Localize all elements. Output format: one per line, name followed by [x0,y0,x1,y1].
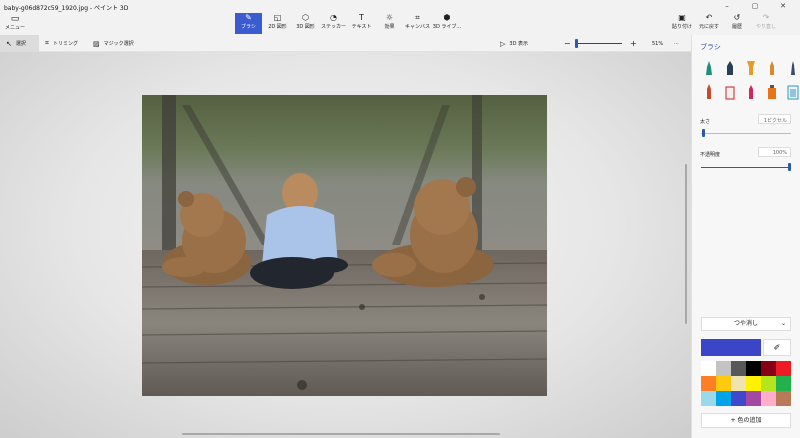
crop-button[interactable]: ⌗ トリミング [39,35,84,52]
tool-brushes[interactable]: ✎ ブラシ [235,13,262,34]
color-swatch[interactable] [701,376,716,391]
canvas-icon: ⌗ [415,13,420,22]
opacity-slider-track[interactable] [701,167,791,168]
size-input[interactable]: 1ピクセル [758,114,791,124]
maximize-button[interactable]: ▢ [745,2,765,12]
color-swatch[interactable] [776,376,791,391]
opacity-label: 不透明度 [700,152,721,158]
color-swatch[interactable] [701,361,716,376]
3d-shapes-icon: ⬡ [302,13,309,22]
crop-icon: ⌗ [45,39,49,47]
color-swatch[interactable] [776,361,791,376]
finish-dropdown[interactable]: つや消し ⌄ [701,317,791,331]
undo-icon: ↶ [705,13,713,22]
spray-can-icon[interactable] [765,83,779,101]
canvas-area[interactable] [0,52,691,438]
color-swatch[interactable] [746,376,761,391]
oil-brush-icon[interactable] [744,59,758,77]
panel-title: ブラシ [700,43,721,51]
canvas-image[interactable] [142,95,547,396]
paste-button[interactable]: ▣ 貼り付け [667,13,697,34]
add-color-button[interactable]: + 色の追加 [701,413,791,428]
pixel-pen-icon[interactable] [786,59,800,77]
size-slider-track[interactable] [701,133,791,134]
size-slider-thumb[interactable] [701,129,705,137]
zoom-slider-track[interactable] [578,43,622,44]
minimize-button[interactable]: – [717,2,737,12]
color-palette [701,361,791,406]
color-swatch[interactable] [746,361,761,376]
tool-canvas[interactable]: ⌗ キャンバス [404,13,431,34]
color-swatch[interactable] [716,361,731,376]
view-3d-icon: ▷ [500,39,506,48]
brushes-panel: ブラシ 太さ 1ピクセル 不透明度 100% つや消し ⌄ ✐ + 色の追加 [691,35,800,438]
2d-shapes-icon: ◱ [273,13,282,22]
sticker-icon: ◔ [330,13,337,22]
color-swatch[interactable] [746,391,761,406]
folder-icon: ▭ [10,14,20,24]
tool-3d-shapes[interactable]: ⬡ 3D 図形 [292,13,319,34]
magic-select-button[interactable]: ▨ マジック選択 [87,35,140,52]
more-options-button[interactable]: ··· [668,35,685,52]
chevron-down-icon: ⌄ [780,320,786,327]
opacity-input[interactable]: 100% [758,147,791,157]
horizontal-scrollbar[interactable] [182,433,500,435]
color-swatch[interactable] [731,391,746,406]
marker-brush-icon[interactable] [702,59,716,77]
tool-3d-library[interactable]: ⬢ 3D ライブ... [432,13,462,34]
close-button[interactable]: ✕ [773,2,793,12]
effects-icon: ☼ [385,13,394,22]
title-toolbar-area: baby-g06d872c59_1920.jpg - ペイント 3D – ▢ ✕… [0,0,800,35]
eyedropper-button[interactable]: ✐ [763,339,791,356]
eraser-icon[interactable] [723,83,737,101]
paste-icon: ▣ [678,13,686,22]
history-icon: ↺ [733,13,741,22]
eyedropper-icon: ✐ [773,343,781,352]
selection-bar: ↖ 選択 ⌗ トリミング ▨ マジック選択 ▷ 3D 表示 − + 51% ··… [0,35,691,52]
current-color-swatch[interactable] [701,339,761,356]
history-button[interactable]: ↺ 履歴 [722,13,752,34]
view-3d-toggle[interactable]: ▷ 3D 表示 [494,35,534,52]
pencil-icon[interactable] [702,83,716,101]
size-label: 太さ [700,119,711,125]
tool-effects[interactable]: ☼ 効果 [376,13,403,34]
color-swatch[interactable] [761,361,776,376]
color-swatch[interactable] [761,391,776,406]
vertical-scrollbar[interactable] [685,164,687,324]
3d-library-icon: ⬢ [443,13,451,22]
opacity-slider-thumb[interactable] [788,163,791,171]
color-swatch[interactable] [716,391,731,406]
tool-stickers[interactable]: ◔ ステッカー [320,13,347,34]
cursor-icon: ↖ [6,39,12,48]
calligraphy-pen-icon[interactable] [723,59,737,77]
brush-icon: ✎ [245,13,252,22]
color-swatch[interactable] [761,376,776,391]
menu-button[interactable]: ▭ メニュー [4,15,26,33]
zoom-out-button[interactable]: − [558,35,577,52]
color-swatch[interactable] [701,391,716,406]
select-button[interactable]: ↖ 選択 [0,35,39,52]
crayon-icon[interactable] [744,83,758,101]
zoom-slider-thumb[interactable] [575,39,578,48]
magic-select-icon: ▨ [93,39,100,48]
text-icon: T [359,13,364,22]
color-swatch[interactable] [731,361,746,376]
tool-2d-shapes[interactable]: ◱ 2D 図形 [264,13,291,34]
tool-text[interactable]: T テキスト [348,13,375,34]
photo-teddy-bears-baby [142,95,547,396]
zoom-level: 51% [652,40,664,47]
redo-button[interactable]: ↷ やり直し [751,13,781,34]
color-swatch[interactable] [776,391,791,406]
fill-bucket-icon[interactable] [786,83,800,101]
color-swatch[interactable] [716,376,731,391]
color-swatch[interactable] [731,376,746,391]
undo-button[interactable]: ↶ 元に戻す [694,13,724,34]
watercolor-brush-icon[interactable] [765,59,779,77]
window-title: baby-g06d872c59_1920.jpg - ペイント 3D [4,5,129,12]
zoom-in-button[interactable]: + [624,35,643,52]
redo-icon: ↷ [762,13,770,22]
